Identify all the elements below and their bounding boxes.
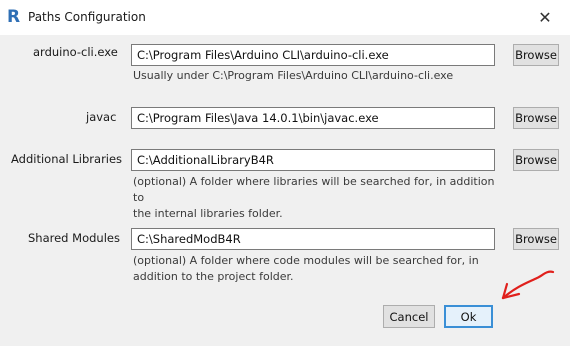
shared-modules-label: Shared Modules: [28, 231, 120, 245]
close-icon: ✕: [538, 7, 552, 27]
javac-path-field[interactable]: C:\Program Files\Java 14.0.1\bin\javac.e…: [131, 107, 495, 129]
additional-libraries-label: Additional Libraries: [11, 152, 123, 166]
hint-line: addition to the project folder.: [133, 270, 294, 283]
additional-libraries-hint: (optional) A folder where libraries will…: [133, 174, 508, 222]
shared-modules-hint: (optional) A folder where code modules w…: [133, 253, 508, 285]
javac-browse-button[interactable]: Browse: [513, 107, 559, 129]
hint-line: the internal libraries folder.: [133, 207, 283, 220]
arduino-cli-path-field[interactable]: C:\Program Files\Arduino CLI\arduino-cli…: [131, 44, 495, 66]
dialog-body: arduino-cli.exe C:\Program Files\Arduino…: [0, 35, 570, 346]
shared-modules-browse-button[interactable]: Browse: [513, 228, 559, 250]
hint-line: (optional) A folder where code modules w…: [133, 254, 479, 267]
hint-line: (optional) A folder where libraries will…: [133, 175, 495, 204]
title-bar: R Paths Configuration ✕: [0, 0, 570, 35]
javac-label: javac: [86, 110, 117, 124]
hint-line: Usually under C:\Program Files\Arduino C…: [133, 69, 454, 82]
additional-libraries-path-field[interactable]: C:\AdditionalLibraryB4R: [131, 149, 495, 171]
arduino-cli-browse-button[interactable]: Browse: [513, 44, 559, 66]
ok-button[interactable]: Ok: [444, 305, 493, 328]
arduino-cli-label: arduino-cli.exe: [33, 45, 118, 59]
arduino-cli-hint: Usually under C:\Program Files\Arduino C…: [133, 68, 453, 84]
cancel-button[interactable]: Cancel: [383, 305, 435, 328]
dialog-title: Paths Configuration: [28, 10, 146, 24]
close-button[interactable]: ✕: [528, 4, 562, 30]
additional-libraries-browse-button[interactable]: Browse: [513, 149, 559, 171]
paths-configuration-dialog: R Paths Configuration ✕ arduino-cli.exe …: [0, 0, 570, 346]
annotation-arrow-icon: [501, 270, 555, 300]
shared-modules-path-field[interactable]: C:\SharedModB4R: [131, 228, 495, 250]
app-logo-icon: R: [7, 7, 21, 27]
